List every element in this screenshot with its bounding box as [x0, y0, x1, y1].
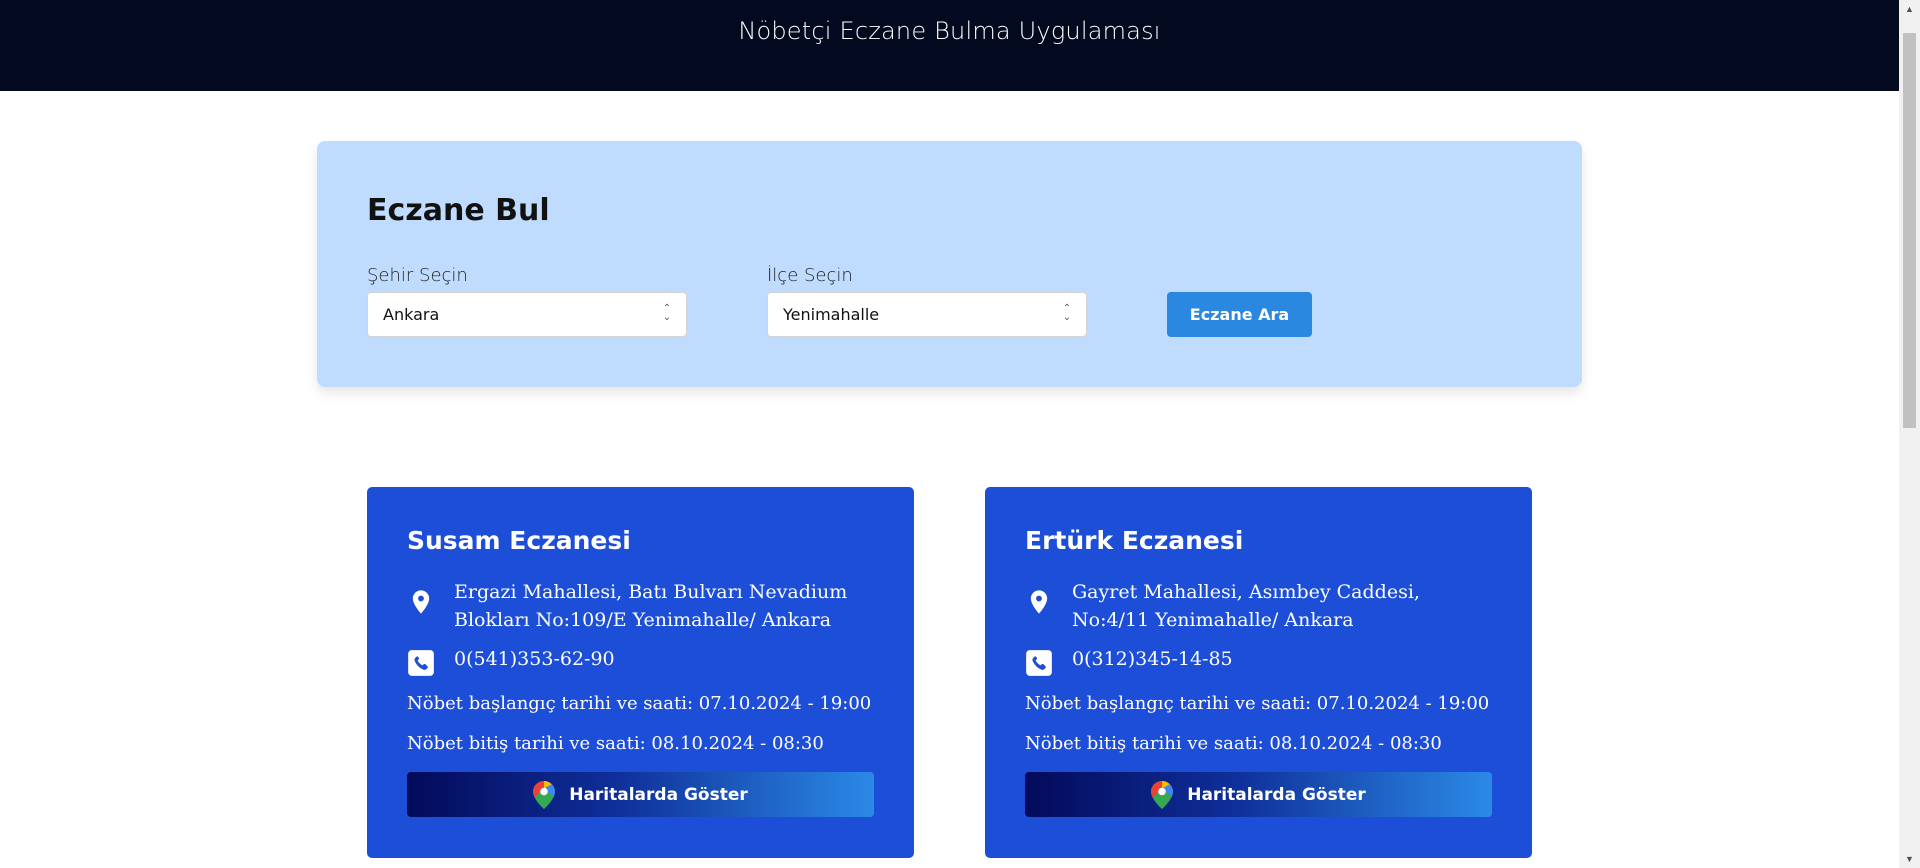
pharmacy-phone: 0(312)345-14-85	[1072, 648, 1233, 670]
pharmacy-phone: 0(541)353-62-90	[454, 648, 615, 670]
district-select[interactable]: Yenimahalle ⌃ ⌄	[767, 292, 1087, 337]
duty-start: Nöbet başlangıç tarihi ve saati: 07.10.2…	[1025, 693, 1490, 714]
phone-icon	[408, 650, 434, 676]
app-title: Nöbetçi Eczane Bulma Uygulaması	[738, 17, 1161, 45]
select-updown-icon: ⌃ ⌄	[1062, 303, 1072, 323]
scroll-down-arrow-icon[interactable]: ▼	[1899, 850, 1920, 868]
city-label: Şehir Seçin	[367, 265, 468, 286]
location-pin-icon	[412, 590, 430, 614]
duty-start: Nöbet başlangıç tarihi ve saati: 07.10.2…	[407, 693, 872, 714]
pharmacy-address: Gayret Mahallesi, Asımbey Caddesi, No:4/…	[1072, 581, 1420, 631]
search-pharmacy-button[interactable]: Eczane Ara	[1167, 292, 1312, 337]
page-scrollbar[interactable]: ▲ ▼	[1899, 0, 1920, 868]
google-maps-icon	[1151, 780, 1174, 809]
pharmacy-card: Ertürk Eczanesi Gayret Mahallesi, Asımbe…	[985, 487, 1532, 858]
phone-icon	[1026, 650, 1052, 676]
search-title: Eczane Bul	[367, 193, 550, 228]
show-on-maps-button[interactable]: Haritalarda Göster	[1025, 772, 1492, 817]
pharmacy-address: Ergazi Mahallesi, Batı Bulvarı Nevadium …	[454, 581, 848, 631]
pharmacy-name: Susam Eczanesi	[407, 526, 631, 555]
city-select[interactable]: Ankara ⌃ ⌄	[367, 292, 687, 337]
city-select-value: Ankara	[383, 305, 440, 324]
select-updown-icon: ⌃ ⌄	[662, 303, 672, 323]
district-select-value: Yenimahalle	[783, 305, 880, 324]
duty-end: Nöbet bitiş tarihi ve saati: 08.10.2024 …	[407, 733, 824, 754]
pharmacy-card: Susam Eczanesi Ergazi Mahallesi, Batı Bu…	[367, 487, 914, 858]
duty-end: Nöbet bitiş tarihi ve saati: 08.10.2024 …	[1025, 733, 1442, 754]
google-maps-icon	[533, 780, 556, 809]
district-label: İlçe Seçin	[767, 265, 853, 286]
scrollbar-thumb[interactable]	[1903, 33, 1916, 428]
search-panel: Eczane Bul Şehir Seçin Ankara ⌃ ⌄ İlçe Se…	[317, 141, 1582, 387]
location-pin-icon	[1030, 590, 1048, 614]
show-on-maps-label: Haritalarda Göster	[1187, 784, 1366, 805]
show-on-maps-button[interactable]: Haritalarda Göster	[407, 772, 874, 817]
app-header: Nöbetçi Eczane Bulma Uygulaması	[0, 0, 1899, 91]
pharmacy-name: Ertürk Eczanesi	[1025, 526, 1244, 555]
scroll-up-arrow-icon[interactable]: ▲	[1899, 0, 1920, 18]
show-on-maps-label: Haritalarda Göster	[569, 784, 748, 805]
